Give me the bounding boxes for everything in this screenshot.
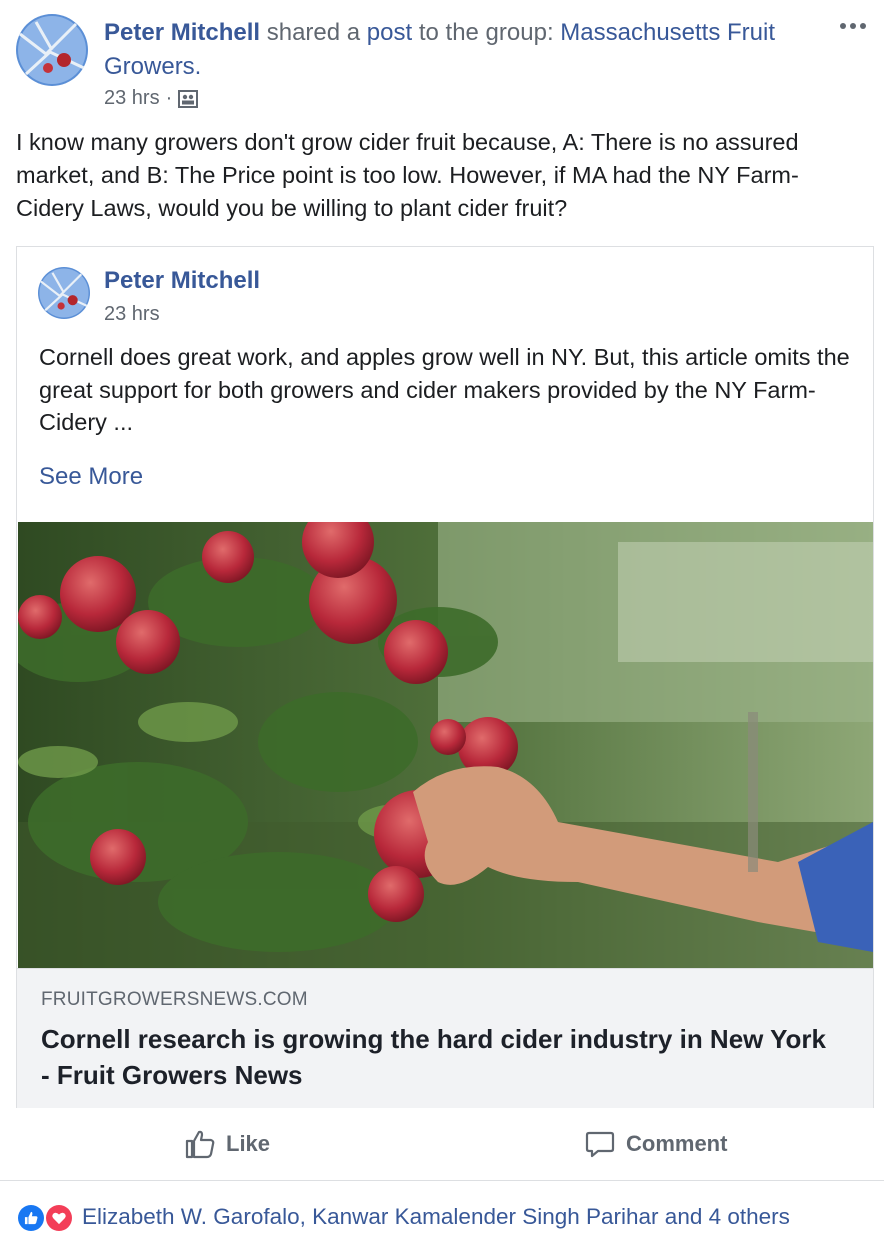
comment-button[interactable]: Comment xyxy=(584,1118,727,1170)
shared-author-avatar[interactable] xyxy=(38,267,90,319)
like-reaction-icon xyxy=(16,1203,46,1233)
like-label: Like xyxy=(226,1131,271,1156)
group-audience-icon[interactable] xyxy=(178,89,199,108)
reaction-icons[interactable] xyxy=(16,1202,78,1233)
like-button[interactable]: Like xyxy=(184,1118,270,1170)
post-header: Peter Mitchell shared a post to the grou… xyxy=(16,14,868,114)
author-name[interactable]: Peter Mitchell xyxy=(104,19,260,46)
shared-body: Cornell does great work, and apples grow… xyxy=(39,344,850,435)
meta-separator: · xyxy=(165,87,173,109)
action-text: shared a xyxy=(266,19,361,46)
post-body: I know many growers don't grow cider fru… xyxy=(16,129,799,221)
post-timestamp[interactable]: 23 hrs xyxy=(104,87,160,110)
article-image[interactable] xyxy=(18,522,873,968)
shared-timestamp[interactable]: 23 hrs xyxy=(104,303,160,326)
shared-author-name[interactable]: Peter Mitchell xyxy=(104,267,260,295)
love-reaction-icon xyxy=(44,1203,74,1233)
comment-icon xyxy=(585,1131,615,1158)
shared-post-card[interactable]: Peter Mitchell 23 hrs Cornell does great… xyxy=(16,246,874,1108)
reactions-summary: Elizabeth W. Garofalo, Kanwar Kamalender… xyxy=(16,1200,790,1234)
post-meta: 23 hrs · xyxy=(104,87,199,110)
author-avatar[interactable] xyxy=(16,14,88,86)
avatar-image xyxy=(16,14,88,86)
reaction-names[interactable]: Elizabeth W. Garofalo, Kanwar Kamalender… xyxy=(82,1204,790,1230)
comment-label: Comment xyxy=(626,1131,728,1156)
more-options-icon[interactable] xyxy=(836,14,870,38)
to-group-text: to the group: xyxy=(418,19,554,46)
action-bar: Like Comment xyxy=(16,1118,868,1170)
post-link[interactable]: post xyxy=(367,19,412,46)
thumbs-up-icon xyxy=(185,1130,215,1159)
link-domain: FRUITGROWERSNEWS.COM xyxy=(41,989,308,1010)
post-header-text: Peter Mitchell shared a post to the grou… xyxy=(104,16,804,84)
link-preview[interactable]: FRUITGROWERSNEWS.COM Cornell research is… xyxy=(17,968,873,1108)
divider xyxy=(0,1180,884,1181)
link-title[interactable]: Cornell research is growing the hard cid… xyxy=(41,1021,831,1093)
see-more-link[interactable]: See More xyxy=(39,463,143,491)
avatar-image xyxy=(38,267,90,319)
